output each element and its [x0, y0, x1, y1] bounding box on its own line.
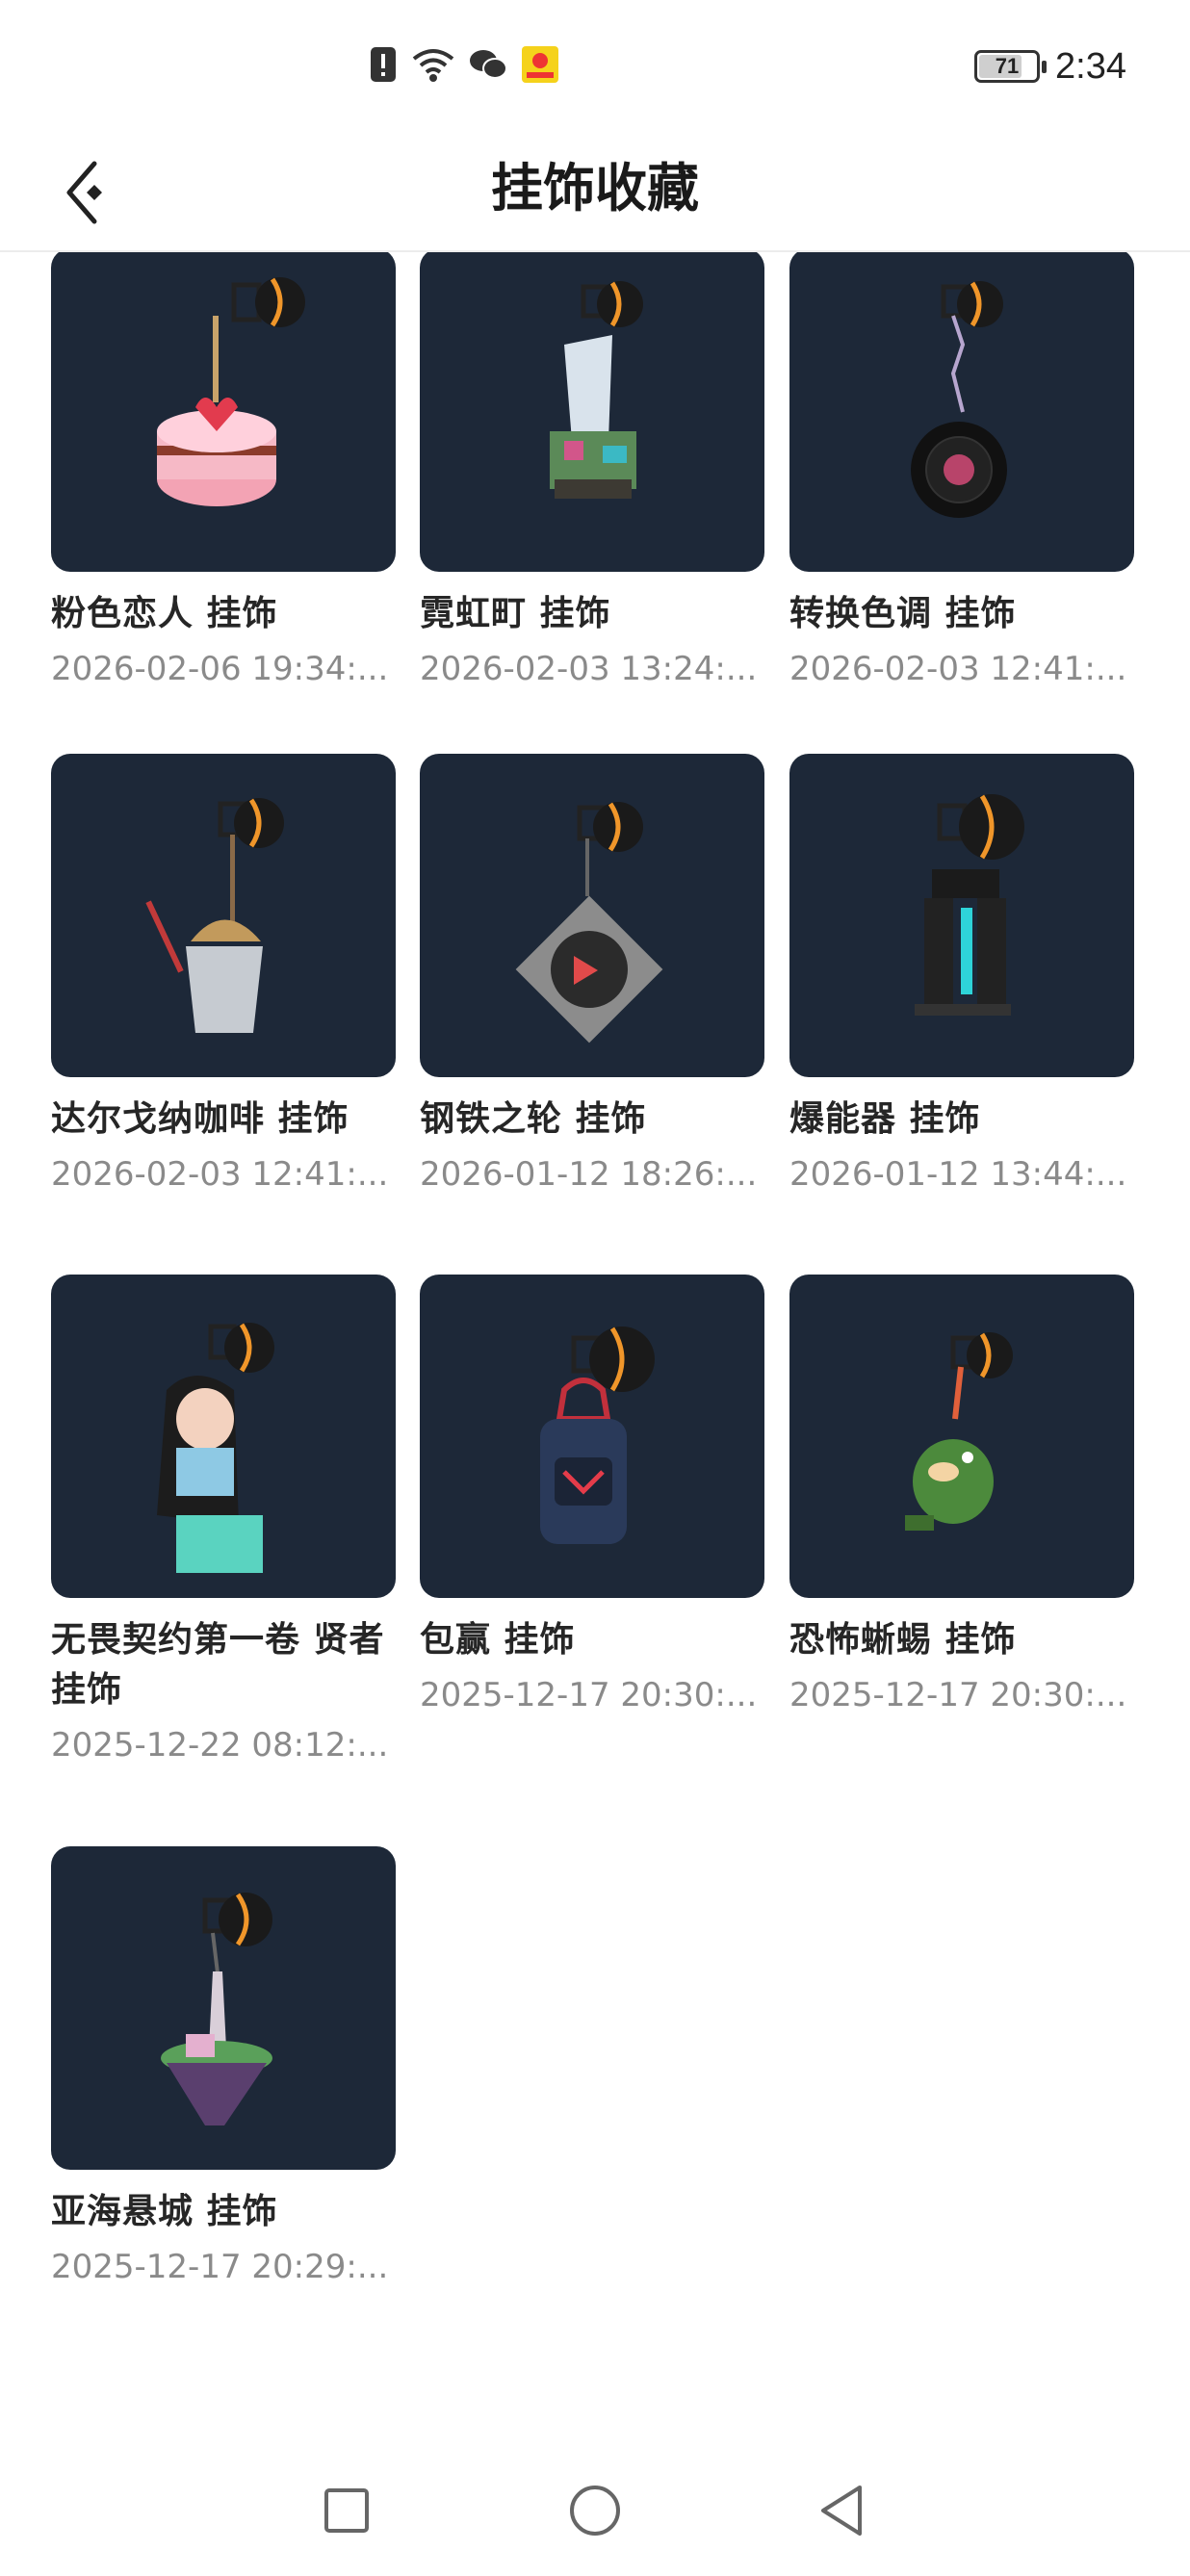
- charm-name: 转换色调 挂饰: [789, 594, 1017, 633]
- charm-date: 2025-12-17 20:30:...: [789, 1676, 1127, 1714]
- charm-date: 2025-12-17 20:29:...: [51, 2248, 389, 2286]
- status-right: 71 2:34: [974, 40, 1126, 92]
- charm-date: 2026-01-12 18:26:...: [420, 1155, 758, 1194]
- charm-thumbnail: [420, 248, 764, 572]
- charm-date: 2025-12-22 08:12:...: [51, 1726, 389, 1765]
- status-icons: [369, 42, 559, 90]
- charm-thumbnail: [789, 1275, 1134, 1598]
- charm-card[interactable]: 亚海悬城 挂饰 2025-12-17 20:29:...: [51, 1846, 396, 2291]
- charm-card[interactable]: 无畏契约第一卷 贤者 挂饰 2025-12-22 08:12:...: [51, 1275, 396, 1769]
- charm-name: 钢铁之轮 挂饰: [420, 1099, 647, 1139]
- charm-thumbnail: [420, 1275, 764, 1598]
- battery-level: 71: [995, 54, 1020, 78]
- charm-date: 2026-02-03 13:24:...: [420, 650, 758, 688]
- charm-card[interactable]: 包赢 挂饰 2025-12-17 20:30:...: [420, 1275, 764, 1719]
- page-title: 挂饰收藏: [491, 158, 699, 219]
- charm-card[interactable]: 转换色调 挂饰 2026-02-03 12:41:...: [789, 248, 1134, 693]
- charm-date: 2025-12-17 20:30:...: [420, 1676, 758, 1714]
- charm-name: 包赢 挂饰: [420, 1620, 576, 1660]
- charm-thumbnail: [51, 1846, 396, 2170]
- charm-card[interactable]: 恐怖蜥蜴 挂饰 2025-12-17 20:30:...: [789, 1275, 1134, 1719]
- charm-thumbnail: [51, 1275, 396, 1598]
- charm-thumbnail: [420, 754, 764, 1077]
- status-time: 2:34: [1055, 45, 1126, 87]
- charm-name: 粉色恋人 挂饰: [51, 594, 278, 633]
- system-nav-bar: [0, 2445, 1190, 2576]
- charm-name: 霓虹町 挂饰: [420, 594, 611, 633]
- charm-thumbnail: [51, 754, 396, 1077]
- battery-icon: 71: [974, 50, 1048, 83]
- charm-thumbnail: [789, 754, 1134, 1077]
- screen: 71 2:34 挂饰收藏 粉色恋人 挂饰 2026-02-06 19:34:..…: [0, 0, 1190, 2576]
- back-arrow-icon: [66, 161, 102, 224]
- charm-date: 2026-02-03 12:41:...: [51, 1155, 389, 1194]
- charm-date: 2026-01-12 13:44:...: [789, 1155, 1127, 1194]
- wechat-icon: [469, 47, 507, 86]
- app-notification-icon: [521, 45, 559, 88]
- charm-name: 爆能器 挂饰: [789, 1099, 981, 1139]
- alert-icon: [369, 45, 398, 88]
- charm-name: 恐怖蜥蜴 挂饰: [789, 1620, 1017, 1660]
- charm-name: 无畏契约第一卷 贤者 挂饰: [51, 1620, 385, 1710]
- system-back-button[interactable]: [803, 2472, 880, 2549]
- charm-date: 2026-02-06 19:34:...: [51, 650, 389, 688]
- charm-name: 亚海悬城 挂饰: [51, 2192, 278, 2231]
- charm-card[interactable]: 爆能器 挂饰 2026-01-12 13:44:...: [789, 754, 1134, 1198]
- charm-card[interactable]: 霓虹町 挂饰 2026-02-03 13:24:...: [420, 248, 764, 693]
- status-bar: 71 2:34: [0, 0, 1190, 125]
- charm-card[interactable]: 粉色恋人 挂饰 2026-02-06 19:34:...: [51, 248, 396, 693]
- home-button[interactable]: [556, 2472, 634, 2549]
- charm-date: 2026-02-03 12:41:...: [789, 650, 1127, 688]
- charm-card[interactable]: 达尔戈纳咖啡 挂饰 2026-02-03 12:41:...: [51, 754, 396, 1198]
- recents-button[interactable]: [308, 2472, 385, 2549]
- charm-card[interactable]: 钢铁之轮 挂饰 2026-01-12 18:26:...: [420, 754, 764, 1198]
- circle-icon: [570, 2486, 620, 2536]
- charm-thumbnail: [51, 248, 396, 572]
- back-button[interactable]: [39, 144, 135, 241]
- charm-thumbnail: [789, 248, 1134, 572]
- charm-name: 达尔戈纳咖啡 挂饰: [51, 1099, 349, 1139]
- header: 挂饰收藏: [0, 125, 1190, 252]
- wifi-icon: [411, 45, 455, 88]
- square-icon: [324, 2488, 369, 2533]
- triangle-back-icon: [821, 2486, 862, 2536]
